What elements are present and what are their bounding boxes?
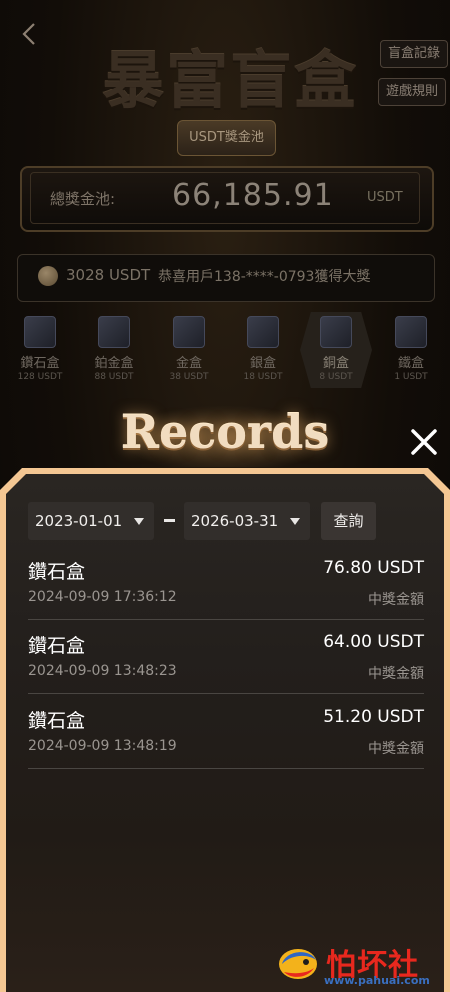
record-row: 鑽石盒 76.80 USDT 2024-09-09 17:36:12 中獎金額 <box>28 545 424 620</box>
box-option-iron[interactable]: 鐵盒 1 USDT <box>375 312 447 388</box>
records-modal-title: Records <box>120 405 330 467</box>
ticker-amount: 3028 USDT <box>66 266 151 284</box>
box-price: 38 USDT <box>169 372 209 382</box>
end-date-value: 2026-03-31 <box>191 512 279 530</box>
iron-box-icon <box>395 316 427 348</box>
box-selector: 鑽石盒 128 USDT 鉑金盒 88 USDT 金盒 38 USDT 銀盒 1… <box>0 312 450 392</box>
prize-pool-label: 總獎金池: <box>50 190 116 208</box>
silver-box-icon <box>247 316 279 348</box>
box-price: 128 USDT <box>17 372 63 382</box>
prize-pool-value: 66,185.91 <box>172 178 334 213</box>
box-price: 8 USDT <box>319 372 353 382</box>
close-button[interactable] <box>408 426 440 458</box>
box-option-diamond[interactable]: 鑽石盒 128 USDT <box>4 312 76 388</box>
bronze-box-icon <box>320 316 352 348</box>
box-option-platinum[interactable]: 鉑金盒 88 USDT <box>78 312 150 388</box>
box-option-bronze[interactable]: 銅盒 8 USDT <box>300 312 372 388</box>
date-range-separator <box>164 519 175 522</box>
record-box-name: 鑽石盒 <box>28 710 86 732</box>
record-amount-label: 中獎金額 <box>368 592 424 608</box>
game-rules-link[interactable]: 遊戲規則 <box>378 78 446 106</box>
close-icon <box>411 429 437 455</box>
box-name: 鑽石盒 <box>20 356 60 371</box>
ticker-text: 恭喜用戶138-****-0793獲得大獎 <box>158 269 371 285</box>
box-name: 銀盒 <box>249 356 276 371</box>
page: 暴富盲盒 盲盒記錄 遊戲規則 USDT獎金池 總獎金池: 66,185.91 U… <box>0 0 450 992</box>
coin-icon <box>38 266 58 286</box>
platinum-box-icon <box>98 316 130 348</box>
record-box-name: 鑽石盒 <box>28 561 86 583</box>
diamond-box-icon <box>24 316 56 348</box>
record-time: 2024-09-09 13:48:23 <box>28 663 177 679</box>
query-button[interactable]: 查詢 <box>321 502 376 540</box>
record-box-name: 鑽石盒 <box>28 635 86 657</box>
caret-down-icon <box>134 518 144 525</box>
record-amount: 76.80 USDT <box>323 558 424 578</box>
start-date-value: 2023-01-01 <box>35 512 123 530</box>
watermark-logo-icon <box>279 949 317 979</box>
box-name: 銅盒 <box>322 356 349 371</box>
box-name: 金盒 <box>175 356 202 371</box>
game-title: 暴富盲盒 <box>101 44 358 117</box>
box-price: 18 USDT <box>243 372 283 382</box>
watermark-url: www.pahuai.com <box>324 974 430 987</box>
record-time: 2024-09-09 13:48:19 <box>28 738 177 754</box>
box-records-link[interactable]: 盲盒記錄 <box>380 40 448 68</box>
box-price: 1 USDT <box>394 372 428 382</box>
box-option-gold[interactable]: 金盒 38 USDT <box>153 312 225 388</box>
box-option-silver[interactable]: 銀盒 18 USDT <box>227 312 299 388</box>
prize-pool-tag: USDT獎金池 <box>177 120 276 156</box>
box-name: 鉑金盒 <box>94 356 134 371</box>
record-amount: 51.20 USDT <box>323 707 424 727</box>
box-price: 88 USDT <box>94 372 134 382</box>
record-time: 2024-09-09 17:36:12 <box>28 589 177 605</box>
chevron-left-icon <box>22 23 35 45</box>
gold-box-icon <box>173 316 205 348</box>
record-amount-label: 中獎金額 <box>368 666 424 682</box>
record-row: 鑽石盒 51.20 USDT 2024-09-09 13:48:19 中獎金額 <box>28 694 424 769</box>
end-date-select[interactable]: 2026-03-31 <box>184 502 310 540</box>
back-button[interactable] <box>22 22 42 50</box>
record-amount-label: 中獎金額 <box>368 741 424 757</box>
box-name: 鐵盒 <box>397 356 424 371</box>
caret-down-icon <box>290 518 300 525</box>
prize-pool-unit: USDT <box>367 190 403 205</box>
record-row: 鑽石盒 64.00 USDT 2024-09-09 13:48:23 中獎金額 <box>28 619 424 694</box>
start-date-select[interactable]: 2023-01-01 <box>28 502 154 540</box>
watermark: 怕坏社区 www.pahuai.com <box>276 940 446 988</box>
record-amount: 64.00 USDT <box>323 632 424 652</box>
